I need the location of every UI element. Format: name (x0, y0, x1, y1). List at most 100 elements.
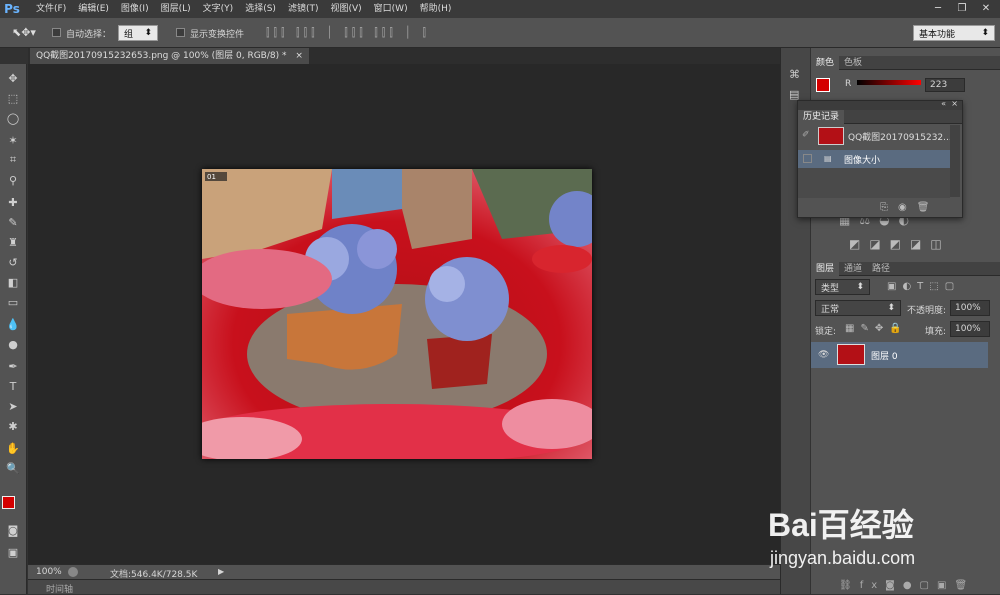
quick-mask-icon[interactable]: ◙ (4, 522, 22, 538)
close-tab-icon[interactable]: × (295, 51, 303, 61)
type-tool-icon[interactable]: T (4, 378, 22, 394)
history-brush-source-icon[interactable]: ✐ (802, 130, 810, 140)
shape-tool-icon[interactable]: ✱ (4, 418, 22, 434)
minimize-button[interactable]: ─ (928, 0, 948, 16)
tab-history[interactable]: 历史记录 (798, 109, 845, 124)
history-list-empty (798, 168, 950, 198)
history-state-checkbox[interactable] (803, 154, 812, 163)
menu-edit[interactable]: 编辑(E) (72, 0, 115, 18)
image-size-icon: ▤ (824, 154, 832, 163)
menu-view[interactable]: 视图(V) (324, 0, 367, 18)
align-buttons[interactable]: ⫿⫿⫿ ⫿⫿⫿ │ ⫿⫿⫿ ⫿⫿⫿ │ ⫿ (266, 26, 430, 40)
status-info-icon[interactable] (68, 567, 78, 577)
eraser-tool-icon[interactable]: ◧ (4, 274, 22, 290)
menu-window[interactable]: 窗口(W) (368, 0, 414, 18)
menu-select[interactable]: 选择(S) (239, 0, 282, 18)
close-button[interactable]: ✕ (976, 0, 996, 16)
hand-tool-icon[interactable]: ✋ (4, 440, 22, 456)
timeline-bar: 时间轴 (28, 579, 780, 595)
history-state-row[interactable]: ▤ 图像大小 (798, 150, 950, 168)
fill-input[interactable]: 100% (950, 321, 990, 337)
menu-bar: Ps 文件(F) 编辑(E) 图像(I) 图层(L) 文字(Y) 选择(S) 滤… (0, 0, 1000, 18)
crop-tool-icon[interactable]: ⌗ (4, 152, 22, 168)
menu-type[interactable]: 文字(Y) (197, 0, 240, 18)
baidu-watermark: Bai百经验 jingyan.baidu.com (768, 488, 998, 578)
close-icon[interactable]: × (951, 99, 958, 108)
zoom-tool-icon[interactable]: 🔍 (4, 460, 22, 476)
screen-mode-icon[interactable]: ▣ (4, 544, 22, 560)
marquee-tool-icon[interactable]: ⬚ (4, 90, 22, 106)
menu-filter[interactable]: 滤镜(T) (282, 0, 325, 18)
auto-select-dropdown[interactable]: 组 ⬍ (118, 25, 158, 41)
collapse-icon[interactable]: « (941, 99, 946, 108)
history-panel-icon[interactable]: ⌘ (789, 68, 800, 81)
eyedropper-tool-icon[interactable]: ⚲ (4, 172, 22, 188)
layer-footer-icons[interactable]: ⛓fx◙●▢▣🗑 (839, 580, 975, 591)
snapshot-label[interactable]: QQ截图20170915232... (848, 130, 952, 143)
timeline-label[interactable]: 时间轴 (46, 582, 73, 595)
baidu-watermark-brand: Bai百经验 (768, 507, 914, 543)
adjustment-icons-row2[interactable]: ◩◪◩◪◫ (849, 237, 951, 251)
lock-icons[interactable]: ▦✎✥🔒 (845, 323, 908, 334)
chevron-down-icon: ⬍ (144, 28, 152, 38)
auto-select-checkbox[interactable] (52, 28, 61, 40)
fill-label: 填充: (925, 327, 947, 337)
gradient-tool-icon[interactable]: ▭ (4, 294, 22, 310)
dodge-tool-icon[interactable]: ● (4, 336, 22, 352)
layer-filter-dropdown[interactable]: 类型 ⬍ (815, 279, 870, 295)
eye-icon[interactable]: 👁 (818, 350, 829, 360)
zoom-level[interactable]: 100% (36, 567, 62, 577)
tab-channels[interactable]: 通道 (839, 262, 867, 276)
flower-image[interactable]: 01 (202, 169, 592, 459)
color-panel-tabs: 颜色 色板 (811, 55, 1000, 70)
layers-panel-tabs: 图层 通道 路径 (811, 261, 1000, 276)
tab-swatches[interactable]: 色板 (839, 56, 867, 70)
move-tool-icon[interactable]: ✥ (4, 70, 22, 86)
blend-mode-dropdown[interactable]: 正常 ⬍ (815, 300, 901, 316)
history-scrollbar[interactable] (950, 125, 960, 197)
history-footer-icons[interactable]: ⎘◉🗑 (880, 202, 939, 213)
history-panel: « × 历史记录 ✐ QQ截图20170915232... ▤ 图像大小 ⎘◉🗑 (797, 99, 963, 218)
tab-color[interactable]: 颜色 (811, 55, 840, 70)
status-arrow-icon[interactable]: ▶ (218, 567, 224, 576)
show-transform-checkbox[interactable] (176, 28, 185, 40)
blur-tool-icon[interactable]: 💧 (4, 316, 22, 332)
brush-tool-icon[interactable]: ✎ (4, 214, 22, 230)
history-state-label: 图像大小 (844, 156, 881, 166)
canvas-corner-label: 01 (207, 173, 216, 181)
lasso-tool-icon[interactable]: ◯ (4, 110, 22, 126)
foreground-color-swatch[interactable] (2, 496, 15, 509)
layer-filter-value: 类型 (821, 283, 840, 294)
chevron-down-icon: ⬍ (887, 303, 895, 313)
pen-tool-icon[interactable]: ✒ (4, 358, 22, 374)
opacity-input[interactable]: 100% (950, 300, 990, 316)
canvas-area: 01 (28, 64, 780, 564)
chevron-down-icon: ⬍ (981, 28, 989, 38)
document-tab[interactable]: QQ截图20170915232653.png @ 100% (图层 0, RGB… (30, 48, 309, 64)
channel-label: R (845, 79, 852, 89)
opacity-label: 不透明度: (907, 306, 947, 316)
red-slider[interactable] (857, 80, 921, 85)
menu-layer[interactable]: 图层(L) (155, 0, 197, 18)
menu-help[interactable]: 帮助(H) (414, 0, 458, 18)
layer-name[interactable]: 图层 0 (871, 349, 898, 362)
maximize-button[interactable]: ❐ (952, 0, 972, 16)
lock-label: 锁定: (815, 327, 837, 337)
fg-color-swatch[interactable] (816, 78, 830, 92)
healing-brush-icon[interactable]: ✚ (4, 194, 22, 210)
move-tool-icon[interactable]: ⬉✥▾ (12, 26, 36, 39)
menu-image[interactable]: 图像(I) (115, 0, 155, 18)
layer-row[interactable]: 👁 图层 0 (811, 342, 988, 368)
tab-layers[interactable]: 图层 (811, 261, 840, 276)
workspace-dropdown[interactable]: 基本功能 ⬍ (913, 25, 995, 41)
history-brush-icon[interactable]: ↺ (4, 254, 22, 270)
menu-file[interactable]: 文件(F) (30, 0, 72, 18)
tab-paths[interactable]: 路径 (867, 262, 895, 276)
chevron-down-icon: ⬍ (856, 282, 864, 292)
quick-select-tool-icon[interactable]: ✶ (4, 132, 22, 148)
auto-select-label: 自动选择： (66, 30, 112, 40)
stamp-tool-icon[interactable]: ♜ (4, 234, 22, 250)
red-value-input[interactable]: 223 (925, 78, 965, 92)
filter-icons[interactable]: ▣◐T⬚▢ (887, 281, 960, 292)
path-select-icon[interactable]: ➤ (4, 398, 22, 414)
